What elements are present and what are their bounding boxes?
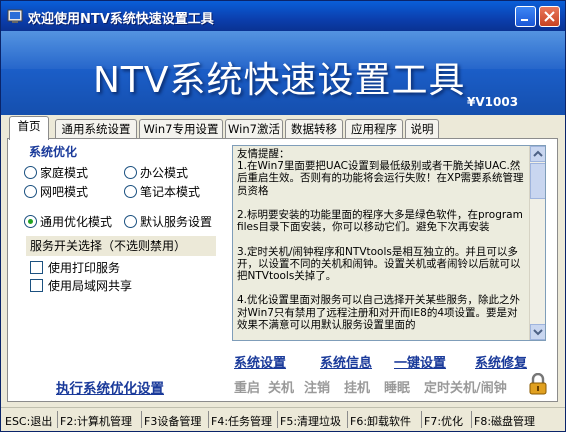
- status-separator: [57, 411, 58, 428]
- checkbox-icon[interactable]: [30, 261, 43, 274]
- scroll-up-button[interactable]: [530, 146, 545, 162]
- tab-home[interactable]: 首页: [9, 116, 49, 140]
- status-bar: ESC:退出 F2:计算机管理 F3设备管理 F4:任务管理 F5:清理垃圾 F…: [1, 407, 565, 431]
- mode-netcafe[interactable]: 网吧模式: [24, 183, 88, 200]
- home-panel: 系统优化 家庭模式 办公模式 网吧模式 笔记本模式 通用优化模式 默认服务设置 …: [7, 138, 558, 402]
- mode-general-optimize[interactable]: 通用优化模式: [24, 213, 112, 230]
- tab-help[interactable]: 说明: [405, 119, 439, 139]
- tab-win7-activation[interactable]: Win7激活: [225, 119, 283, 139]
- tab-win7-settings[interactable]: Win7专用设置: [139, 119, 223, 139]
- restart-link[interactable]: 重启: [234, 377, 260, 396]
- tab-general-settings[interactable]: 通用系统设置: [55, 119, 137, 139]
- notes-textarea[interactable]: 友情提醒： 1.在Win7里面要把UAC设置到最低级别或者干脆关掉UAC.然后重…: [232, 145, 546, 341]
- service-print[interactable]: 使用打印服务: [30, 259, 120, 276]
- shutdown-link[interactable]: 关机: [268, 377, 294, 396]
- status-f8-disk-manage[interactable]: F8:磁盘管理: [474, 413, 535, 429]
- window-title: 欢迎使用NTV系统快速设置工具: [28, 12, 214, 27]
- mode-default-services[interactable]: 默认服务设置: [124, 213, 212, 230]
- radio-selected-icon[interactable]: [24, 215, 37, 228]
- scroll-thumb[interactable]: [530, 163, 545, 199]
- tab-data-transfer[interactable]: 数据转移: [285, 119, 343, 139]
- notes-scrollbar[interactable]: [529, 146, 545, 340]
- arrow-down-icon: [533, 329, 543, 336]
- status-f7-optimize[interactable]: F7:优化: [424, 413, 463, 429]
- status-f5-clean[interactable]: F5:清理垃圾: [280, 413, 341, 429]
- optimize-group-title: 系统优化: [29, 145, 78, 159]
- mode-laptop[interactable]: 笔记本模式: [124, 183, 200, 200]
- system-settings-link[interactable]: 系统设置: [234, 352, 286, 371]
- service-lan-share[interactable]: 使用局域网共享: [30, 277, 132, 294]
- close-button[interactable]: [539, 6, 560, 27]
- status-separator: [471, 411, 472, 428]
- one-click-settings-link[interactable]: 一键设置: [394, 352, 446, 371]
- arrow-up-icon: [533, 150, 543, 157]
- timer-shutdown-link[interactable]: 定时关机/闹钟: [424, 377, 507, 396]
- radio-icon[interactable]: [24, 185, 37, 198]
- mode-home[interactable]: 家庭模式: [24, 164, 88, 181]
- lock-icon[interactable]: [528, 373, 548, 395]
- status-separator: [141, 411, 142, 428]
- logoff-link[interactable]: 注销: [304, 377, 330, 396]
- status-separator: [421, 411, 422, 428]
- status-separator: [277, 411, 278, 428]
- version-label: ¥V1003: [467, 95, 519, 109]
- status-f3-device-manage[interactable]: F3设备管理: [144, 413, 201, 429]
- status-f4-task-manage[interactable]: F4:任务管理: [211, 413, 272, 429]
- scroll-down-button[interactable]: [530, 324, 545, 340]
- status-esc-exit[interactable]: ESC:退出: [5, 413, 52, 429]
- tab-bar: 首页 通用系统设置 Win7专用设置 Win7激活 数据转移 应用程序 说明: [1, 115, 565, 140]
- minimize-button[interactable]: [515, 6, 536, 27]
- notes-text: 友情提醒： 1.在Win7里面要把UAC设置到最低级别或者干脆关掉UAC.然后重…: [237, 148, 524, 331]
- close-icon: [544, 11, 555, 22]
- app-icon: [7, 9, 23, 23]
- radio-icon[interactable]: [124, 166, 137, 179]
- banner-title: NTV系统快速设置工具: [93, 60, 466, 101]
- hibernate-link[interactable]: 挂机: [344, 377, 370, 396]
- status-f2-computer-manage[interactable]: F2:计算机管理: [60, 413, 132, 429]
- service-title: 服务开关选择（不选则禁用）: [26, 236, 216, 256]
- radio-icon[interactable]: [24, 166, 37, 179]
- system-repair-link[interactable]: 系统修复: [475, 352, 527, 371]
- run-optimize-link[interactable]: 执行系统优化设置: [56, 377, 164, 397]
- system-info-link[interactable]: 系统信息: [320, 352, 372, 371]
- tab-applications[interactable]: 应用程序: [345, 119, 403, 139]
- sleep-link[interactable]: 睡眠: [384, 377, 410, 396]
- minimize-icon: [521, 19, 528, 21]
- mode-office[interactable]: 办公模式: [124, 164, 188, 181]
- status-f6-uninstall[interactable]: F6:卸载软件: [350, 413, 411, 429]
- radio-icon[interactable]: [124, 185, 137, 198]
- status-separator: [347, 411, 348, 428]
- radio-icon[interactable]: [124, 215, 137, 228]
- app-window: 欢迎使用NTV系统快速设置工具 NTV系统快速设置工具 ¥V1003 首页 通用…: [0, 0, 566, 432]
- checkbox-icon[interactable]: [30, 279, 43, 292]
- banner: NTV系统快速设置工具 ¥V1003: [1, 31, 565, 115]
- title-bar[interactable]: 欢迎使用NTV系统快速设置工具: [1, 1, 565, 31]
- status-separator: [208, 411, 209, 428]
